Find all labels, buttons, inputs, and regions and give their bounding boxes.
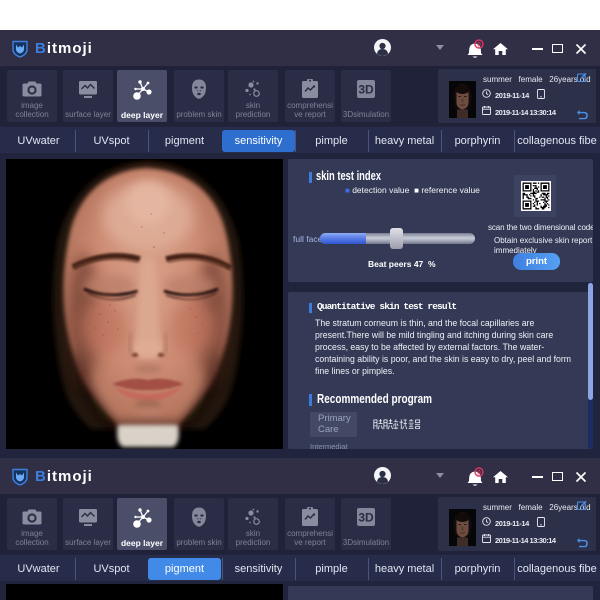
svg-text:3D: 3D (358, 511, 374, 525)
svg-text:3D: 3D (358, 83, 374, 97)
svg-text:0: 0 (477, 469, 481, 476)
svg-text:0: 0 (477, 41, 481, 48)
